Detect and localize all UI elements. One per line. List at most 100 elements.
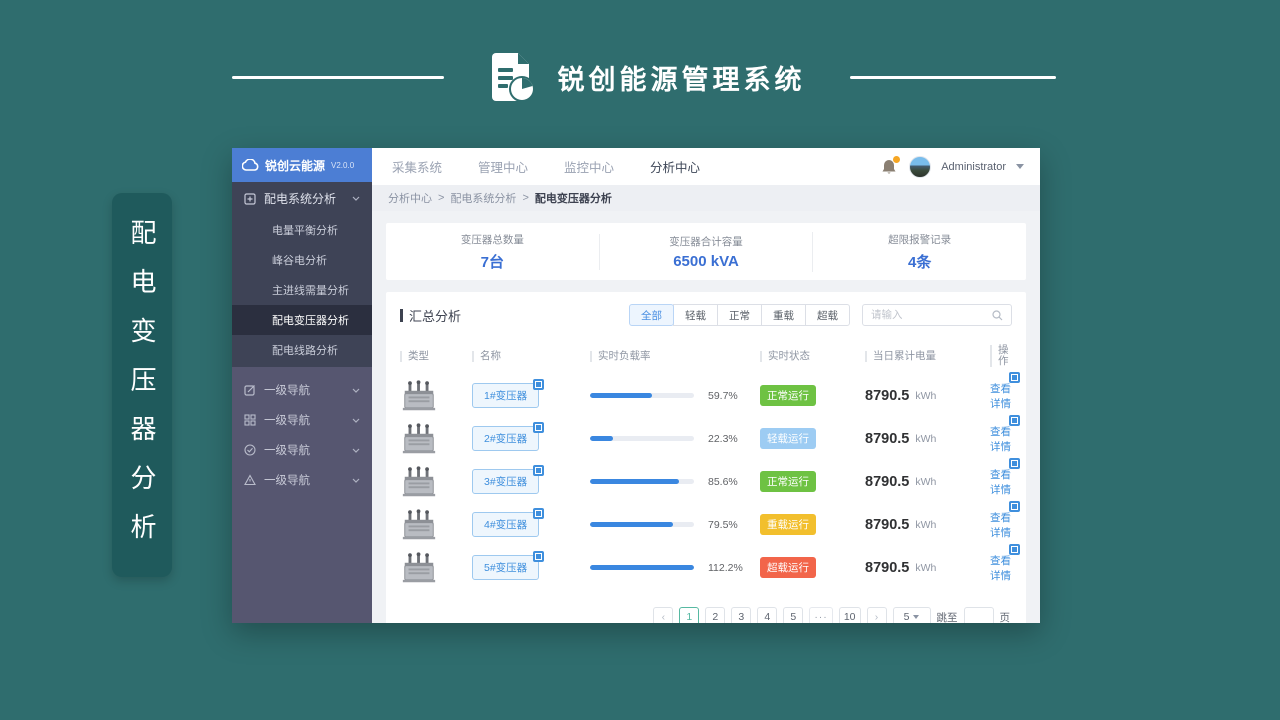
- cloud-icon: [242, 159, 259, 171]
- transformer-name-button[interactable]: 3#变压器: [472, 465, 545, 494]
- jump-page-input[interactable]: [963, 607, 994, 623]
- transformer-image: [400, 422, 472, 455]
- energy-value: 8790.5: [865, 430, 910, 447]
- search-box[interactable]: [862, 304, 1012, 326]
- sidebar-group-label: 配电系统分析: [264, 192, 337, 206]
- view-details-link[interactable]: 查看详情: [990, 371, 1020, 411]
- load-percent-label: 79.5%: [708, 518, 738, 531]
- load-progress-fill: [590, 522, 673, 527]
- sidebar-item-distribution-line-analysis[interactable]: 配电线路分析: [232, 335, 372, 365]
- transformer-name: 2#变压器: [484, 433, 528, 445]
- energy-unit: kWh: [915, 475, 937, 488]
- view-details-label: 查看详情: [990, 468, 1011, 496]
- header-band: 锐创能源管理系统: [232, 46, 1056, 108]
- topnav-management-center[interactable]: 管理中心: [478, 157, 528, 176]
- breadcrumb: 分析中心 > 配电系统分析 > 配电变压器分析: [372, 185, 1040, 211]
- filter-all-button[interactable]: 全部: [629, 304, 674, 326]
- page-size-select[interactable]: 5: [892, 607, 931, 623]
- filter-normal-button[interactable]: 正常: [717, 304, 762, 326]
- topnav-monitoring-center[interactable]: 监控中心: [564, 157, 614, 176]
- transformer-name-button[interactable]: 5#变压器: [472, 551, 545, 580]
- table-row: 2#变压器 22.3% 轻载运行 8790.5 kWh 查看详情: [400, 414, 1020, 460]
- view-details-label: 查看详情: [990, 382, 1011, 410]
- sidebar-nav-label: 一级导航: [264, 475, 310, 487]
- link-badge-icon[interactable]: [533, 379, 545, 390]
- link-badge-icon[interactable]: [1009, 457, 1020, 469]
- stat-alarm-records: 超限报警记录 4条: [812, 231, 1026, 272]
- load-percent-label: 112.2%: [708, 561, 743, 574]
- notification-bell-icon[interactable]: [881, 154, 902, 176]
- top-navigation: 采集系统 管理中心 监控中心 分析中心: [392, 157, 700, 176]
- sidebar-item-label: 峰谷电分析: [272, 255, 327, 267]
- load-progress-fill: [590, 565, 694, 570]
- link-badge-icon[interactable]: [1009, 371, 1020, 383]
- topnav-analysis-center[interactable]: 分析中心: [650, 157, 700, 176]
- sidebar-item-main-line-demand-analysis[interactable]: 主进线需量分析: [232, 275, 372, 305]
- filter-heavy-load-button[interactable]: 重载: [761, 304, 806, 326]
- page-ellipsis[interactable]: ···: [809, 607, 833, 623]
- col-action: 操作: [990, 345, 1012, 367]
- search-icon[interactable]: [992, 309, 1003, 321]
- view-details-link[interactable]: 查看详情: [990, 414, 1020, 454]
- page-button-10[interactable]: 10: [838, 607, 861, 623]
- header-divider-right: [850, 75, 1056, 79]
- breadcrumb-current: 配电变压器分析: [534, 193, 612, 205]
- sidebar-nav-item-2[interactable]: 一级导航: [232, 405, 372, 435]
- view-details-link[interactable]: 查看详情: [990, 543, 1020, 583]
- page-button-5[interactable]: 5: [783, 607, 804, 623]
- sidebar-nav-item-4[interactable]: 一级导航: [232, 465, 372, 495]
- link-badge-icon[interactable]: [533, 422, 545, 433]
- sidebar-item-peak-valley-analysis[interactable]: 峰谷电分析: [232, 245, 372, 275]
- view-details-link[interactable]: 查看详情: [990, 500, 1020, 540]
- chevron-down-icon: [352, 388, 360, 393]
- document-chart-icon: [491, 53, 535, 102]
- page-button-4[interactable]: 4: [757, 607, 778, 623]
- link-badge-icon[interactable]: [1009, 543, 1020, 555]
- chevron-down-icon: [352, 478, 360, 483]
- next-page-button[interactable]: ›: [866, 607, 887, 623]
- content: 变压器总数量 7台 变压器合计容量 6500 kVA 超限报警记录 4条 汇总分…: [372, 211, 1040, 623]
- summary-card: 汇总分析 全部 轻载 正常 重载 超载 请输入 类型 名称 实时负载率 实时状态…: [386, 292, 1026, 623]
- breadcrumb-item[interactable]: 分析中心: [388, 190, 432, 206]
- transformer-image: [400, 465, 472, 498]
- link-badge-icon[interactable]: [533, 465, 545, 476]
- link-badge-icon[interactable]: [533, 508, 545, 519]
- prev-page-button[interactable]: ‹: [653, 607, 674, 623]
- link-badge-icon[interactable]: [1009, 414, 1020, 426]
- load-percent-label: 59.7%: [708, 389, 738, 402]
- pagination: ‹ 1 2 3 4 5 ··· 10 › 5 跳至 页: [400, 607, 1012, 623]
- app-logo-name: 锐创云能源: [265, 158, 326, 173]
- user-menu-caret-icon[interactable]: [1016, 164, 1024, 169]
- status-badge: 重载运行: [760, 514, 816, 535]
- sidebar-nav-item-1[interactable]: 一级导航: [232, 375, 372, 405]
- transformer-name-button[interactable]: 4#变压器: [472, 508, 545, 537]
- transformer-name: 5#变压器: [484, 562, 528, 574]
- sidebar: 锐创云能源 V2.0.0 配电系统分析 电量平衡分析 峰谷电分析 主进线需量分析…: [232, 148, 372, 623]
- sidebar-nav-label: 一级导航: [264, 415, 310, 427]
- topbar-right: Administrator: [881, 154, 1024, 178]
- transformer-name-button[interactable]: 1#变压器: [472, 379, 545, 408]
- page-button-2[interactable]: 2: [705, 607, 726, 623]
- breadcrumb-item[interactable]: 配电系统分析: [450, 190, 516, 206]
- link-badge-icon[interactable]: [533, 551, 545, 562]
- filter-light-load-button[interactable]: 轻载: [673, 304, 718, 326]
- topbar: 采集系统 管理中心 监控中心 分析中心 Administrator: [372, 148, 1040, 185]
- sidebar-item-transformer-analysis[interactable]: 配电变压器分析: [232, 305, 372, 335]
- summary-title-wrap: 汇总分析: [400, 306, 461, 325]
- avatar[interactable]: [909, 155, 932, 178]
- transformer-name-button[interactable]: 2#变压器: [472, 422, 545, 451]
- page-button-3[interactable]: 3: [731, 607, 752, 623]
- link-badge-icon[interactable]: [1009, 500, 1020, 512]
- app-window: 锐创云能源 V2.0.0 配电系统分析 电量平衡分析 峰谷电分析 主进线需量分析…: [232, 148, 1040, 623]
- topnav-collection-system[interactable]: 采集系统: [392, 157, 442, 176]
- search-input[interactable]: [871, 309, 992, 321]
- sidebar-menu-group: 配电系统分析 电量平衡分析 峰谷电分析 主进线需量分析 配电变压器分析 配电线路…: [232, 182, 372, 367]
- warning-triangle-icon: [244, 474, 256, 486]
- sidebar-item-electric-balance-analysis[interactable]: 电量平衡分析: [232, 215, 372, 245]
- view-details-link[interactable]: 查看详情: [990, 457, 1020, 497]
- col-load-rate: 实时负载率: [590, 350, 760, 362]
- sidebar-nav-item-3[interactable]: 一级导航: [232, 435, 372, 465]
- page-button-1[interactable]: 1: [679, 607, 700, 623]
- sidebar-group-power-distribution-analysis[interactable]: 配电系统分析: [232, 182, 372, 215]
- filter-overload-button[interactable]: 超载: [805, 304, 850, 326]
